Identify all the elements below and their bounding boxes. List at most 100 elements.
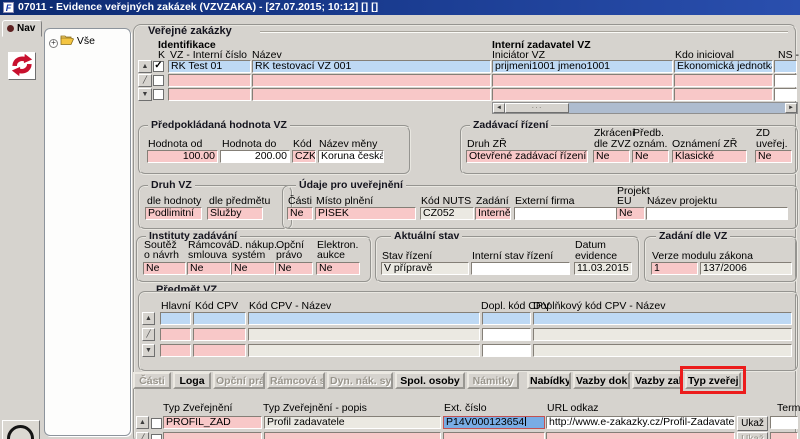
scrollbar-thumb[interactable]: ··· <box>505 103 569 113</box>
field-dopl-kod-cpv-nazev[interactable] <box>533 328 792 341</box>
tab-vazby-zakazky[interactable]: Vazby zaká... <box>632 372 683 389</box>
field-dopl-kod-cpv[interactable] <box>482 344 531 357</box>
show-url-button[interactable]: Ukaž <box>737 416 768 431</box>
row-checkbox[interactable]: ✓ <box>153 61 164 72</box>
field-externi-firma[interactable] <box>514 207 618 220</box>
refresh-button[interactable] <box>8 52 36 80</box>
field-kod-nuts[interactable]: CZ052 <box>420 207 474 220</box>
field-oznameni-zr[interactable]: Klasické <box>672 150 747 163</box>
row-down-button[interactable]: ▼ <box>142 344 155 357</box>
field-zd-uverej[interactable]: Ne <box>755 150 792 163</box>
tree-expander-icon[interactable]: + <box>49 39 58 48</box>
field-hlavni[interactable] <box>160 344 191 357</box>
field-ramcova-smlouva[interactable]: Ne <box>187 262 231 275</box>
tab-opcni-pravo[interactable]: Opční právo <box>213 372 265 389</box>
field-vz-interni-cislo[interactable] <box>168 88 251 101</box>
row-up-button[interactable]: ▲ <box>142 312 155 325</box>
field-typ-zverejneni[interactable] <box>163 432 262 439</box>
field-verze-modulu[interactable]: 1 <box>651 262 698 275</box>
field-kdo-inicioval[interactable] <box>674 74 773 87</box>
show-url-button[interactable]: Ukaž <box>737 432 768 439</box>
field-hodnota-od[interactable]: 100.00 <box>147 150 218 163</box>
field-ns[interactable] <box>774 60 797 73</box>
tab-ramcova-smlouva[interactable]: Rámcová s... <box>267 372 325 389</box>
tab-dyn-nakup-system[interactable]: Dyn. nák. sy... <box>327 372 393 389</box>
row-checkbox[interactable] <box>151 434 162 439</box>
field-vz-nazev[interactable]: RK testovací VZ 001 <box>252 60 491 73</box>
horizontal-scrollbar[interactable]: ◄ ··· ► <box>492 102 798 114</box>
field-vz-interni-cislo[interactable] <box>168 74 251 87</box>
field-iniciator[interactable] <box>492 88 673 101</box>
field-dle-predmetu[interactable]: Služby <box>207 207 263 220</box>
field-interni-stav[interactable] <box>471 262 570 275</box>
scroll-left-button[interactable]: ◄ <box>493 103 505 113</box>
field-kod-cpv[interactable] <box>193 328 246 341</box>
field-typ-zverejneni[interactable]: PROFIL_ZAD <box>163 416 262 429</box>
field-vz-nazev[interactable] <box>252 74 491 87</box>
field-hodnota-do[interactable]: 200.00 <box>220 150 290 163</box>
field-zkraceni[interactable]: Ne <box>593 150 630 163</box>
row-current-button[interactable]: ╱ <box>138 74 152 87</box>
tab-namitky[interactable]: Námitky <box>467 372 519 389</box>
tab-vazby-doklady[interactable]: Vazby dokla... <box>573 372 630 389</box>
field-kod-cpv-nazev[interactable] <box>248 344 480 357</box>
field-ns[interactable] <box>774 88 797 101</box>
tree-item-vse[interactable]: + Vše <box>49 34 95 48</box>
field-termin[interactable] <box>770 416 798 429</box>
field-kdo-inicioval[interactable] <box>674 88 773 101</box>
row-current-button[interactable]: ╱ <box>142 328 155 341</box>
field-dopl-kod-cpv-nazev[interactable] <box>533 312 792 325</box>
field-eu[interactable]: Ne <box>616 207 645 220</box>
field-ext-cislo[interactable] <box>443 432 545 439</box>
field-iniciator[interactable]: prijmeni1001 jmeno1001 <box>492 60 673 73</box>
field-typ-zverejneni-popis[interactable] <box>264 432 441 439</box>
field-termin[interactable] <box>770 432 798 439</box>
field-hlavni[interactable] <box>160 328 191 341</box>
field-vz-interni-cislo[interactable]: RK Test 01 <box>168 60 251 73</box>
field-kod-meny[interactable]: CZK <box>292 150 316 163</box>
field-kod-cpv-nazev[interactable] <box>248 312 480 325</box>
field-soutez-o-navrh[interactable]: Ne <box>143 262 186 275</box>
row-current-button[interactable]: ╱ <box>136 432 149 439</box>
field-kod-cpv[interactable] <box>193 312 246 325</box>
tab-nav[interactable]: Nav <box>2 20 42 37</box>
field-dnakup-system[interactable]: Ne <box>231 262 275 275</box>
field-ns[interactable] <box>774 74 797 87</box>
field-misto-plneni[interactable]: PÍSEK <box>315 207 416 220</box>
field-ext-cislo[interactable]: P14V000123654 <box>443 416 545 429</box>
field-vz-nazev[interactable] <box>252 88 491 101</box>
tab-casti[interactable]: Části <box>133 372 171 389</box>
field-stav-rizeni[interactable]: V přípravě <box>381 262 469 275</box>
row-up-button[interactable]: ▲ <box>138 60 152 73</box>
field-dopl-kod-cpv[interactable] <box>482 328 531 341</box>
field-kod-cpv[interactable] <box>193 344 246 357</box>
field-typ-zverejneni-popis[interactable]: Profil zadavatele <box>264 416 441 429</box>
field-url-odkaz[interactable] <box>546 432 735 439</box>
field-kdo-inicioval[interactable]: Ekonomická jednotka <box>674 60 773 73</box>
tab-spol-osoby[interactable]: Spol. osoby <box>395 372 465 389</box>
row-down-button[interactable]: ▼ <box>138 88 152 101</box>
field-nazev-projektu[interactable] <box>646 207 788 220</box>
field-opcni-pravo[interactable]: Ne <box>275 262 313 275</box>
field-druh-zr[interactable]: Otevřené zadávací řízení <box>466 150 588 163</box>
field-url-odkaz[interactable]: http://www.e-zakazky.cz/Profil-Zadavatel… <box>546 416 735 429</box>
row-up-button[interactable]: ▲ <box>136 416 149 429</box>
field-zadani[interactable]: Interně <box>475 207 511 220</box>
tab-nabidky[interactable]: Nabídky <box>527 372 571 389</box>
field-casti[interactable]: Ne <box>287 207 313 220</box>
row-checkbox[interactable] <box>153 89 164 100</box>
tab-loga[interactable]: Loga <box>173 372 211 389</box>
field-zakon[interactable]: 137/2006 <box>700 262 792 275</box>
field-predb-oznam[interactable]: Ne <box>632 150 669 163</box>
field-kod-cpv-nazev[interactable] <box>248 328 480 341</box>
field-dle-hodnoty[interactable]: Podlimitní <box>145 207 202 220</box>
field-elektron-aukce[interactable]: Ne <box>316 262 360 275</box>
field-dopl-kod-cpv[interactable] <box>482 312 531 325</box>
field-nazev-meny[interactable]: Koruna česká <box>318 150 384 163</box>
scroll-right-button[interactable]: ► <box>785 103 797 113</box>
field-iniciator[interactable] <box>492 74 673 87</box>
field-hlavni[interactable] <box>160 312 191 325</box>
field-datum-evidence[interactable]: 11.03.2015 <box>574 262 632 275</box>
row-checkbox[interactable] <box>151 418 162 429</box>
row-checkbox[interactable] <box>153 75 164 86</box>
